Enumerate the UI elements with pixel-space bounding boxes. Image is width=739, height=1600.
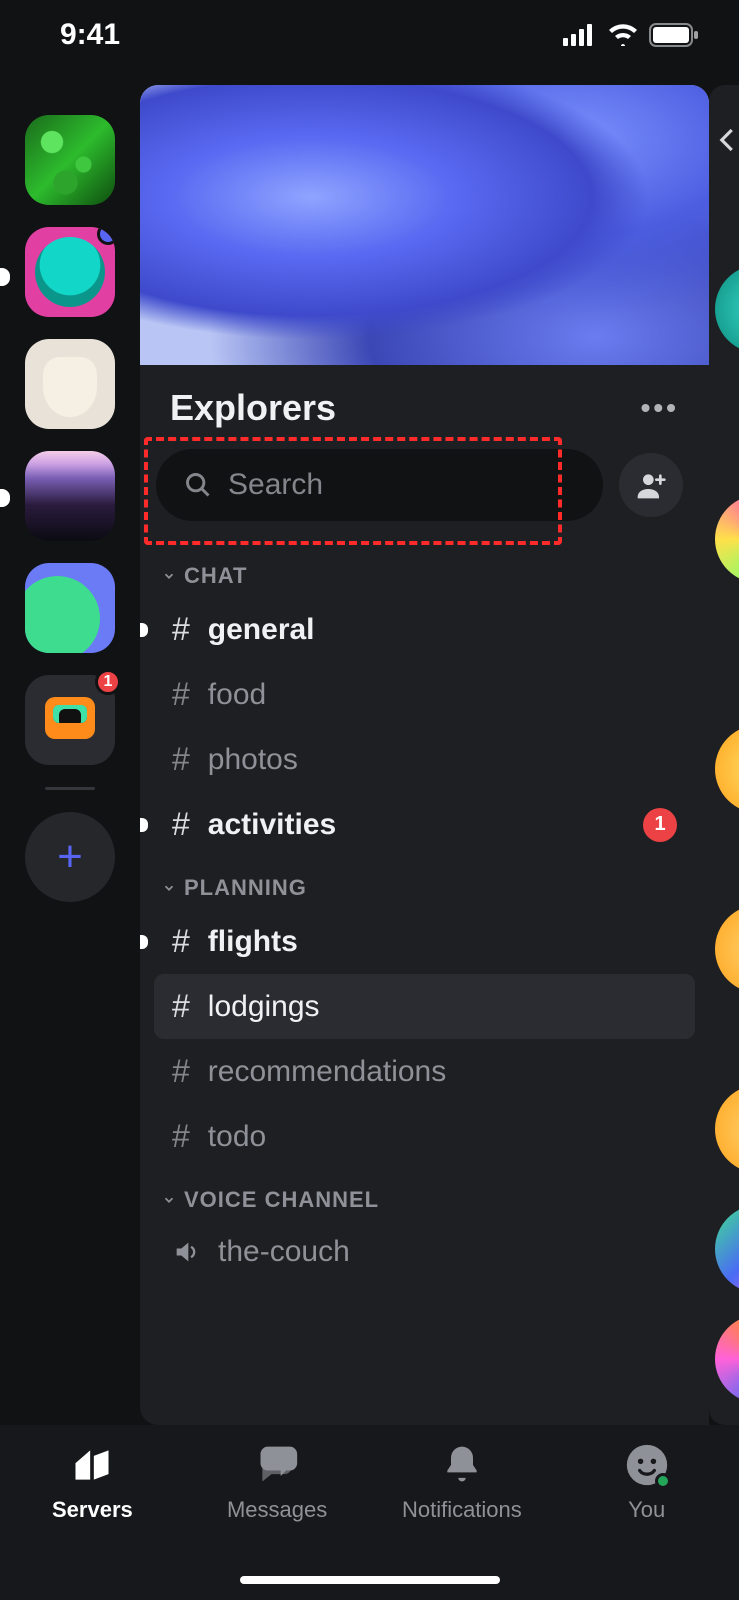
avatar[interactable] bbox=[715, 265, 739, 353]
channel-list[interactable]: CHAT # general # food # photos # activit… bbox=[140, 537, 709, 1425]
category-header[interactable]: PLANNING bbox=[154, 857, 695, 909]
home-indicator bbox=[240, 1576, 500, 1584]
tab-messages[interactable]: Messages bbox=[192, 1443, 362, 1523]
invite-button[interactable] bbox=[619, 453, 683, 517]
status-time: 9:41 bbox=[60, 18, 120, 52]
search-placeholder: Search bbox=[228, 468, 323, 502]
status-bar: 9:41 bbox=[0, 0, 739, 70]
bell-icon bbox=[440, 1443, 484, 1487]
server-list[interactable]: 1 + bbox=[0, 85, 140, 1425]
server-item[interactable] bbox=[25, 115, 115, 205]
plus-icon: + bbox=[57, 832, 83, 882]
selected-indicator bbox=[0, 489, 10, 507]
channel-label: lodgings bbox=[208, 990, 320, 1024]
messages-icon bbox=[255, 1443, 299, 1487]
chevron-down-icon bbox=[162, 569, 176, 583]
category-label: VOICE CHANNEL bbox=[184, 1187, 379, 1213]
chevron-down-icon bbox=[162, 1193, 176, 1207]
channel-recommendations[interactable]: # recommendations bbox=[154, 1039, 695, 1104]
avatar[interactable] bbox=[715, 495, 739, 583]
unread-indicator bbox=[140, 935, 148, 949]
hash-icon: # bbox=[172, 923, 190, 960]
channel-flights[interactable]: # flights bbox=[154, 909, 695, 974]
add-user-icon bbox=[635, 469, 667, 501]
channel-label: food bbox=[208, 678, 266, 712]
tab-bar: Servers Messages Notifications You bbox=[0, 1425, 739, 1600]
mention-badge: 1 bbox=[643, 808, 677, 842]
category-label: PLANNING bbox=[184, 875, 307, 901]
server-item[interactable] bbox=[25, 339, 115, 429]
channel-lodgings[interactable]: # lodgings bbox=[154, 974, 695, 1039]
you-icon bbox=[625, 1443, 669, 1487]
channel-label: recommendations bbox=[208, 1055, 446, 1089]
hash-icon: # bbox=[172, 988, 190, 1025]
online-status-dot bbox=[655, 1473, 671, 1489]
avatar[interactable] bbox=[715, 1315, 739, 1403]
tab-label: Notifications bbox=[402, 1497, 522, 1523]
hash-icon: # bbox=[172, 806, 190, 843]
battery-icon bbox=[649, 23, 699, 47]
channel-label: general bbox=[208, 613, 315, 647]
server-banner[interactable] bbox=[140, 85, 709, 365]
channel-todo[interactable]: # todo bbox=[154, 1104, 695, 1169]
server-title: Explorers bbox=[170, 387, 336, 429]
speaker-icon bbox=[172, 1238, 200, 1266]
channel-label: todo bbox=[208, 1120, 266, 1154]
avatar[interactable] bbox=[715, 725, 739, 813]
status-dot bbox=[97, 227, 115, 245]
server-item[interactable] bbox=[25, 451, 115, 541]
unread-indicator bbox=[140, 818, 148, 832]
tab-label: Servers bbox=[52, 1497, 133, 1523]
avatar[interactable] bbox=[715, 1205, 739, 1293]
channel-activities[interactable]: # activities 1 bbox=[154, 792, 695, 857]
more-icon[interactable]: ••• bbox=[641, 392, 679, 424]
avatar[interactable] bbox=[715, 1085, 739, 1173]
category-header[interactable]: CHAT bbox=[154, 545, 695, 597]
channel-photos[interactable]: # photos bbox=[154, 727, 695, 792]
channel-label: photos bbox=[208, 743, 298, 777]
channel-label: activities bbox=[208, 808, 336, 842]
avatar[interactable] bbox=[715, 905, 739, 993]
search-input[interactable]: Search bbox=[156, 449, 603, 521]
category-header[interactable]: VOICE CHANNEL bbox=[154, 1169, 695, 1221]
channel-label: the-couch bbox=[218, 1235, 350, 1269]
hash-icon: # bbox=[172, 676, 190, 713]
cellular-icon bbox=[563, 24, 597, 46]
members-peek[interactable] bbox=[709, 85, 739, 1425]
chevron-down-icon bbox=[162, 881, 176, 895]
search-icon bbox=[184, 471, 212, 499]
add-server-button[interactable]: + bbox=[25, 812, 115, 902]
server-item[interactable] bbox=[25, 563, 115, 653]
status-indicators bbox=[563, 23, 699, 47]
channel-general[interactable]: # general bbox=[154, 597, 695, 662]
channel-panel: Explorers ••• Search CHAT # general bbox=[140, 85, 709, 1425]
divider bbox=[45, 787, 95, 790]
tab-label: You bbox=[628, 1497, 665, 1523]
tab-you[interactable]: You bbox=[562, 1443, 732, 1523]
channel-voice-the-couch[interactable]: the-couch bbox=[154, 1221, 695, 1283]
hash-icon: # bbox=[172, 1053, 190, 1090]
tab-servers[interactable]: Servers bbox=[7, 1443, 177, 1523]
hash-icon: # bbox=[172, 741, 190, 778]
channel-label: flights bbox=[208, 925, 298, 959]
server-header[interactable]: Explorers ••• bbox=[140, 365, 709, 439]
mention-badge: 1 bbox=[95, 669, 121, 695]
tab-label: Messages bbox=[227, 1497, 327, 1523]
back-icon bbox=[713, 125, 739, 155]
hash-icon: # bbox=[172, 611, 190, 648]
servers-icon bbox=[70, 1443, 114, 1487]
server-item[interactable] bbox=[25, 227, 115, 317]
wifi-icon bbox=[607, 24, 639, 46]
channel-food[interactable]: # food bbox=[154, 662, 695, 727]
unread-indicator bbox=[140, 623, 148, 637]
category-label: CHAT bbox=[184, 563, 247, 589]
tab-notifications[interactable]: Notifications bbox=[377, 1443, 547, 1523]
hash-icon: # bbox=[172, 1118, 190, 1155]
